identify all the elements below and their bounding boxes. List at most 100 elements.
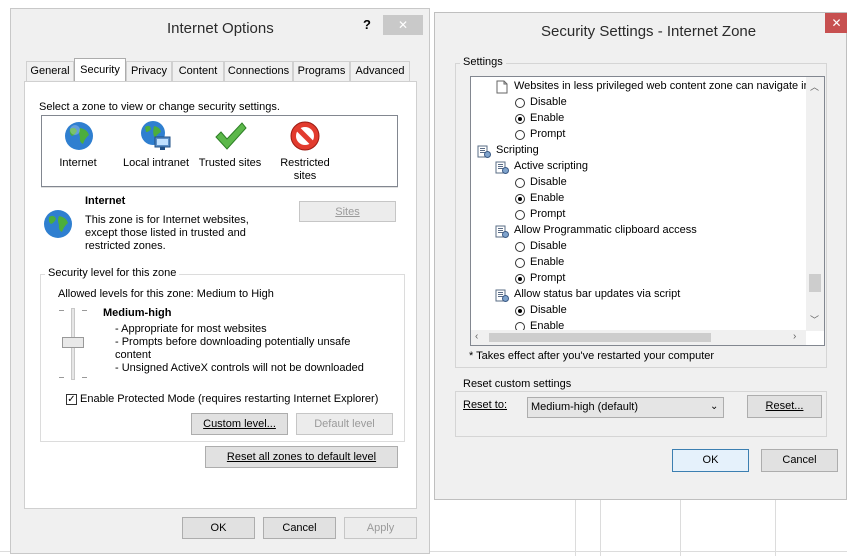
cancel-button[interactable]: Cancel (263, 517, 336, 539)
level-bullet: - Prompts before downloading potentially… (115, 336, 351, 348)
radio-button[interactable] (515, 258, 525, 268)
tab-advanced[interactable]: Advanced (350, 61, 410, 81)
tree-option[interactable]: Disable (471, 175, 808, 191)
restart-note: * Takes effect after you've restarted yo… (469, 350, 715, 362)
horizontal-scrollbar[interactable]: ‹ › (471, 330, 806, 345)
tree-setting: Allow status bar updates via script (471, 287, 808, 303)
group-label: Security level for this zone (45, 267, 180, 279)
zone-trusted-sites[interactable]: Trusted sites (195, 117, 265, 185)
scroll-right-icon[interactable]: › (793, 331, 796, 342)
radio-button[interactable] (515, 178, 525, 188)
zone-label: Trusted sites (198, 157, 262, 169)
tab-connections[interactable]: Connections (224, 61, 293, 81)
cancel-button[interactable]: Cancel (761, 449, 838, 472)
tree-option[interactable]: Disable (471, 303, 808, 319)
option-label: Enable (530, 192, 565, 204)
setting-label: Active scripting (514, 160, 588, 172)
radio-button[interactable] (515, 274, 525, 284)
dropdown-value: Medium-high (default) (531, 401, 638, 413)
zone-heading: Internet (85, 195, 126, 207)
tree-option[interactable]: Disable (471, 239, 808, 255)
option-label: Prompt (530, 272, 566, 284)
level-bullet: content (115, 349, 152, 361)
ok-button[interactable]: OK (672, 449, 749, 472)
scroll-thumb[interactable] (489, 333, 711, 342)
settings-gear-icon (495, 160, 509, 174)
level-name: Medium-high (103, 307, 172, 319)
scroll-down-icon[interactable]: ﹀ (810, 313, 819, 326)
protected-mode-label: Enable Protected Mode (requires restarti… (80, 393, 379, 405)
tree-option[interactable]: Enable (471, 191, 808, 207)
tree-setting: Active scripting (471, 159, 808, 175)
reset-to-dropdown[interactable]: Medium-high (default) ⌄ (527, 397, 724, 418)
tab-content[interactable]: Content (172, 61, 224, 81)
slider-tick (59, 310, 64, 311)
option-label: Disable (530, 240, 567, 252)
zone-list: Internet Local intranet Trusted sites Re… (41, 115, 398, 187)
zone-description: This zone is for Internet websites, (85, 214, 249, 226)
internet-options-dialog: Internet Options ? ✕ General Security Pr… (10, 8, 430, 554)
radio-button[interactable] (515, 114, 525, 124)
option-label: Prompt (530, 128, 566, 140)
group-label: Reset custom settings (460, 378, 575, 390)
tree-setting: Websites in less privileged web content … (471, 79, 808, 95)
scroll-thumb[interactable] (809, 274, 821, 292)
apply-button: Apply (344, 517, 417, 539)
document-icon (495, 80, 509, 94)
setting-label: Allow Programmatic clipboard access (514, 224, 697, 236)
settings-tree[interactable]: Websites in less privileged web content … (470, 76, 825, 346)
tab-general[interactable]: General (26, 61, 74, 81)
settings-gear-icon (495, 224, 509, 238)
divider (41, 187, 398, 188)
zone-restricted-sites[interactable]: Restricted sites (270, 117, 340, 185)
tree-option[interactable]: Enable (471, 255, 808, 271)
background-line (775, 500, 776, 556)
restricted-icon (290, 121, 320, 151)
zone-local-intranet[interactable]: Local intranet (119, 117, 193, 185)
radio-button[interactable] (515, 130, 525, 140)
custom-level-button[interactable]: Custom level... (191, 413, 288, 435)
setting-label: Websites in less privileged web content … (514, 80, 808, 92)
vertical-scrollbar[interactable]: ︿ ﹀ (806, 77, 824, 331)
slider-tick (59, 377, 64, 378)
reset-all-zones-button[interactable]: Reset all zones to default level (205, 446, 398, 468)
radio-button[interactable] (515, 98, 525, 108)
reset-button[interactable]: Reset... (747, 395, 822, 418)
checkmark-icon (215, 122, 247, 150)
option-label: Enable (530, 112, 565, 124)
settings-tree-rows: Websites in less privileged web content … (471, 79, 808, 333)
dialog-title: Internet Options (167, 20, 274, 37)
help-button[interactable]: ? (363, 17, 371, 32)
protected-mode-checkbox[interactable]: ✓ (66, 394, 77, 405)
group-label: Settings (460, 56, 506, 68)
option-label: Enable (530, 256, 565, 268)
tree-option[interactable]: Enable (471, 111, 808, 127)
scroll-left-icon[interactable]: ‹ (475, 331, 478, 342)
tree-option[interactable]: Disable (471, 95, 808, 111)
tree-option[interactable]: Prompt (471, 207, 808, 223)
option-label: Disable (530, 176, 567, 188)
tree-option[interactable]: Prompt (471, 127, 808, 143)
tree-option[interactable]: Prompt (471, 271, 808, 287)
tab-privacy[interactable]: Privacy (126, 61, 172, 81)
close-button[interactable]: ✕ (383, 15, 423, 35)
tab-security[interactable]: Security (74, 58, 126, 82)
radio-button[interactable] (515, 242, 525, 252)
reset-to-label: Reset to: (463, 399, 508, 411)
radio-button[interactable] (515, 210, 525, 220)
scroll-up-icon[interactable]: ︿ (810, 80, 819, 93)
sites-button: Sites (299, 201, 396, 222)
ok-button[interactable]: OK (182, 517, 255, 539)
option-label: Disable (530, 304, 567, 316)
slider-thumb[interactable] (62, 337, 84, 348)
close-button[interactable]: ✕ (825, 13, 847, 33)
tab-programs[interactable]: Programs (293, 61, 350, 81)
radio-button[interactable] (515, 194, 525, 204)
security-level-slider[interactable] (58, 308, 88, 380)
zone-prompt: Select a zone to view or change security… (39, 101, 280, 113)
option-label: Prompt (530, 208, 566, 220)
radio-button[interactable] (515, 306, 525, 316)
zone-description: except those listed in trusted and (85, 227, 246, 239)
background-line (680, 500, 681, 556)
zone-internet[interactable]: Internet (43, 117, 113, 185)
